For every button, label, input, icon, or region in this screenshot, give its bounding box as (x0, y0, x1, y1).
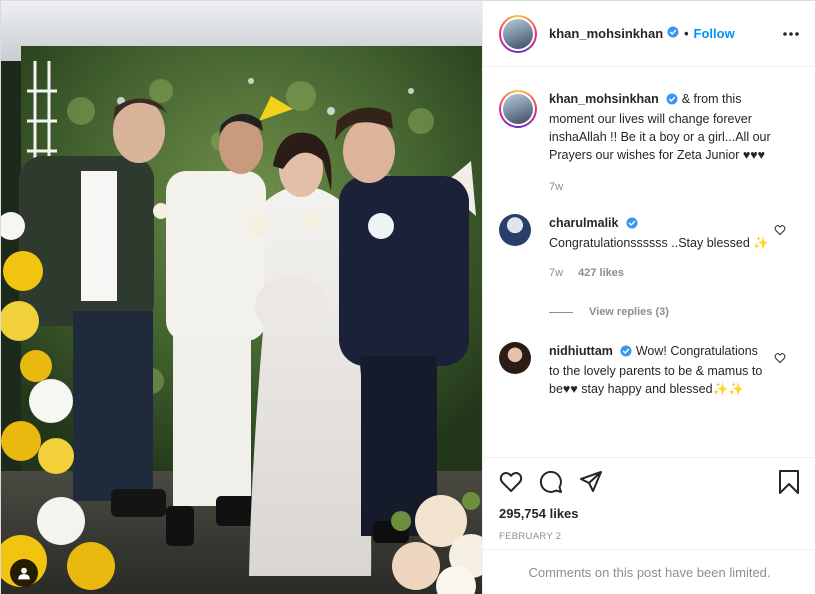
user-tag-icon (18, 567, 30, 580)
caption-author[interactable]: khan_mohsinkhan (549, 92, 659, 106)
author-username[interactable]: khan_mohsinkhan (549, 26, 663, 41)
comment-icon[interactable] (539, 470, 563, 494)
comment-time: 7w (549, 267, 564, 279)
replies-divider (549, 311, 573, 313)
post-header: khan_mohsinkhan • Follow (483, 1, 815, 67)
header-separator: • (684, 26, 689, 41)
verified-badge-icon (666, 92, 678, 110)
verified-badge-icon (620, 344, 632, 362)
comments-list[interactable]: khan_mohsinkhan & from this moment our l… (483, 68, 815, 457)
post-side-panel: khan_mohsinkhan • Follow khan_mohsinkhan… (482, 1, 815, 594)
commenter-avatar[interactable] (499, 214, 531, 246)
comment-text: Congratulationssssss ..Stay blessed ✨ (549, 236, 769, 250)
comment-author[interactable]: charulmalik (549, 216, 618, 230)
post-date: FEBRUARY 2 (499, 531, 562, 542)
view-replies-label: View replies (3) (589, 306, 669, 318)
author-avatar[interactable] (499, 14, 537, 53)
comment-author[interactable]: nidhiuttam (549, 344, 613, 358)
post-photo[interactable] (1, 1, 482, 594)
view-replies-button[interactable]: View replies (3) (549, 306, 800, 318)
instagram-post-modal: khan_mohsinkhan • Follow khan_mohsinkhan… (0, 0, 815, 594)
more-options-icon[interactable] (782, 31, 800, 37)
follow-button[interactable]: Follow (694, 26, 735, 41)
commenter-avatar[interactable] (499, 342, 531, 374)
post-actions: 295,754 likes FEBRUARY 2 (483, 457, 815, 549)
likes-count[interactable]: 295,754 likes (499, 506, 800, 521)
bookmark-icon[interactable] (778, 470, 800, 494)
verified-badge-icon (667, 26, 679, 41)
share-icon[interactable] (579, 470, 603, 494)
comment-like-heart-icon[interactable] (774, 224, 786, 239)
comment-likes[interactable]: 427 likes (578, 267, 624, 279)
user-tag-button[interactable] (10, 559, 38, 587)
heart-icon[interactable] (499, 470, 523, 494)
caption-time: 7w (549, 181, 564, 193)
photo-illustration (1, 1, 482, 594)
comment-item: charulmalik Congratulationssssss ..Stay … (499, 214, 800, 282)
caption: khan_mohsinkhan & from this moment our l… (499, 90, 800, 196)
comment-like-heart-icon[interactable] (774, 352, 786, 367)
comments-limited-notice: Comments on this post have been limited. (483, 549, 815, 594)
comment-item: nidhiuttam Wow! Congratulations to the l… (499, 342, 800, 398)
verified-badge-icon (626, 216, 638, 234)
caption-avatar[interactable] (499, 90, 537, 128)
